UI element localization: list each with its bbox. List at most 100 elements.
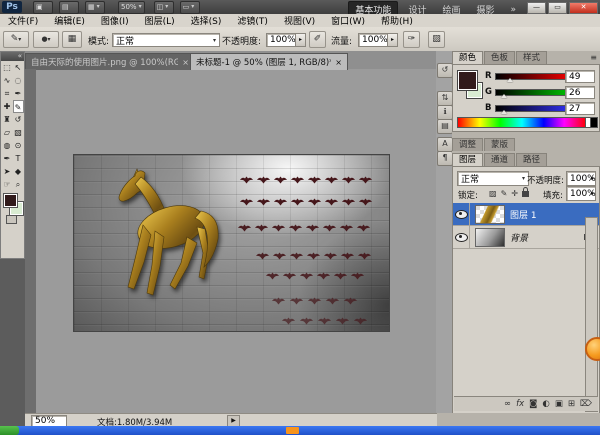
brush-tool[interactable]: ✎ (13, 100, 24, 113)
mini-bridge-icon[interactable]: ▤ (59, 1, 79, 14)
spectrum-black-swatch[interactable] (590, 117, 598, 128)
new-layer-icon[interactable]: ⊞ (568, 398, 575, 410)
menu-view[interactable]: 视图(V) (276, 14, 323, 27)
tab-styles[interactable]: 样式 (516, 51, 547, 64)
layer-blend-mode-select[interactable]: 正常▾ (457, 171, 529, 186)
new-group-icon[interactable]: ▣ (555, 398, 563, 410)
rectangular-marquee-tool[interactable]: ⬚ (2, 61, 13, 74)
info-panel-icon[interactable]: ℹ (437, 105, 453, 120)
clone-stamp-tool[interactable]: ♜ (2, 113, 13, 126)
tab-close-icon[interactable]: × (335, 58, 342, 67)
character-panel-icon[interactable]: A (437, 137, 453, 152)
quick-selection-tool[interactable]: ◌ (13, 74, 24, 87)
add-mask-icon[interactable]: ◙ (529, 398, 537, 410)
menu-select[interactable]: 选择(S) (183, 14, 230, 27)
menu-window[interactable]: 窗口(W) (323, 14, 373, 27)
menu-help[interactable]: 帮助(H) (373, 14, 421, 27)
blend-mode-select[interactable]: 正常▾ (112, 33, 220, 47)
lock-position-icon[interactable]: ✛ (511, 189, 518, 198)
flow-spinner[interactable]: ▸ (387, 33, 398, 47)
layer-thumbnail[interactable] (475, 205, 505, 224)
toolbox-collapse-icon[interactable]: « (1, 52, 24, 61)
layer-thumbnail[interactable] (475, 228, 505, 247)
pressure-opacity-icon[interactable]: ✐ (309, 31, 326, 48)
menu-layer[interactable]: 图层(L) (137, 14, 183, 27)
type-tool[interactable]: T (13, 152, 24, 165)
start-button[interactable] (0, 426, 19, 435)
dodge-tool[interactable]: ⊙ (13, 139, 24, 152)
tab-close-icon[interactable]: × (182, 58, 189, 67)
color-spectrum-ramp[interactable] (457, 117, 587, 128)
zoom-level-dropdown[interactable]: 50%▾ (118, 1, 145, 14)
pressure-size-icon[interactable]: ▨ (428, 31, 445, 48)
eyedropper-tool[interactable]: ✒ (13, 87, 24, 100)
lock-pixels-icon[interactable]: ✎ (501, 189, 508, 198)
lock-transparency-icon[interactable]: ▨ (489, 189, 497, 198)
blue-slider[interactable] (495, 105, 575, 112)
quick-mask-icon[interactable] (6, 215, 17, 224)
restore-button[interactable]: ▭ (548, 2, 567, 14)
blur-tool[interactable]: ◍ (2, 139, 13, 152)
pen-tool[interactable]: ✒ (2, 152, 13, 165)
layer-opacity-spinner[interactable]: ▸ (591, 174, 595, 182)
green-value-input[interactable]: 26 (565, 86, 595, 99)
layer-style-icon[interactable]: fx (516, 398, 524, 410)
layer-row-background[interactable]: 背景 (453, 226, 599, 249)
lock-all-icon[interactable] (522, 191, 529, 197)
tab-channels[interactable]: 通道 (484, 153, 515, 166)
layer-row-layer1[interactable]: 图层 1 (453, 203, 599, 226)
hand-tool[interactable]: ☞ (2, 178, 13, 191)
styles-panel-icon[interactable]: ▤ (437, 119, 453, 134)
canvas-image[interactable] (73, 154, 390, 332)
tab-layers[interactable]: 图层 (452, 153, 483, 166)
tab-paths[interactable]: 路径 (516, 153, 547, 166)
menu-edit[interactable]: 编辑(E) (46, 14, 93, 27)
close-button[interactable]: ✕ (569, 2, 598, 14)
document-tab-active[interactable]: 未标题-1 @ 50% (图层 1, RGB/8)* × (190, 53, 348, 70)
brush-preset-picker[interactable]: ●▾ (33, 31, 59, 48)
foreground-color-swatch[interactable] (458, 71, 477, 90)
layer-name[interactable]: 图层 1 (510, 208, 537, 221)
bridge-icon[interactable]: ▣ (33, 1, 53, 14)
tab-color[interactable]: 颜色 (452, 51, 483, 64)
paragraph-panel-icon[interactable]: ¶ (437, 151, 453, 166)
layer-name[interactable]: 背景 (510, 231, 528, 244)
arrange-documents-icon[interactable]: ◫▾ (154, 1, 174, 14)
healing-brush-tool[interactable]: ✚ (2, 100, 13, 113)
menu-image[interactable]: 图像(I) (93, 14, 137, 27)
blue-slider-handle[interactable] (501, 110, 507, 114)
tool-presets-panel-icon[interactable]: ⇅ (437, 91, 453, 106)
opacity-spinner[interactable]: ▸ (295, 33, 306, 47)
tool-preset-picker[interactable]: ✎▾ (3, 31, 29, 48)
green-slider-handle[interactable] (501, 94, 507, 98)
document-tab-inactive[interactable]: 自由天际的使用图片.png @ 100%(RGB/8)* × (25, 53, 195, 70)
crop-tool[interactable]: ⌗ (2, 87, 13, 100)
path-selection-tool[interactable]: ➤ (2, 165, 13, 178)
eraser-tool[interactable]: ▱ (2, 126, 13, 139)
taskbar-notification[interactable] (286, 427, 299, 434)
minimize-button[interactable]: — (527, 2, 546, 14)
layers-scrollbar[interactable]: ▼ (585, 217, 598, 412)
tab-adjustments[interactable]: 调整 (452, 138, 483, 151)
view-extras-icon[interactable]: ▦▾ (85, 1, 105, 14)
zoom-tool[interactable]: ⌕ (13, 178, 24, 191)
gradient-tool[interactable]: ▧ (13, 126, 24, 139)
menu-filter[interactable]: 滤镜(T) (229, 14, 276, 27)
tab-masks[interactable]: 蒙版 (484, 138, 515, 151)
menu-file[interactable]: 文件(F) (0, 14, 46, 27)
shape-tool[interactable]: ◆ (13, 165, 24, 178)
delete-layer-icon[interactable]: ⌦ (580, 398, 592, 410)
adjustment-layer-icon[interactable]: ◐ (542, 398, 549, 410)
link-layers-icon[interactable]: ∞ (504, 398, 511, 410)
lasso-tool[interactable]: ∿ (2, 74, 13, 87)
layer-fill-spinner[interactable]: ▸ (591, 189, 595, 197)
toggle-brush-panel-icon[interactable]: ▦ (62, 31, 82, 48)
blue-value-input[interactable]: 27 (565, 102, 595, 115)
foreground-color-swatch[interactable] (4, 194, 17, 207)
tab-swatches[interactable]: 色板 (484, 51, 515, 64)
history-panel-icon[interactable]: ↺ (437, 63, 453, 78)
windows-taskbar[interactable] (0, 426, 600, 435)
move-tool[interactable]: ↖ (13, 61, 24, 74)
green-slider[interactable] (495, 89, 575, 96)
screen-mode-icon[interactable]: ▭▾ (180, 1, 200, 14)
